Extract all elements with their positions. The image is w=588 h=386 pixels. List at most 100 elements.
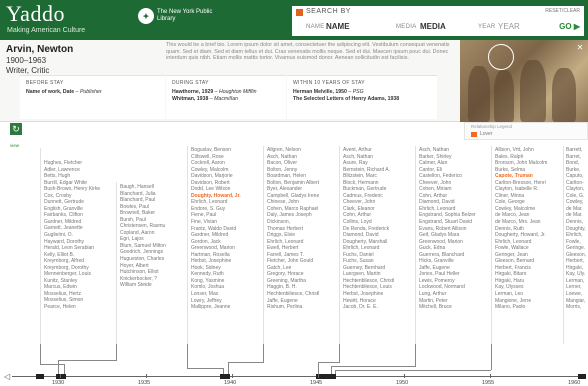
year-label: YEAR: [478, 24, 496, 30]
timeline-axis: [12, 376, 584, 377]
column-divider: [563, 146, 564, 344]
timeline-connector: [415, 344, 416, 366]
before-stay-item: Name of work, Date – Publisher: [26, 89, 102, 95]
timeline-connector: [116, 344, 117, 360]
column-divider: [187, 146, 188, 344]
column-divider: [339, 146, 340, 344]
timeline-connector: [318, 362, 340, 363]
timeline-connector: [339, 344, 340, 362]
year-label[interactable]: 1960: [568, 380, 580, 386]
legend-title: Relationship Legend: [471, 124, 513, 129]
person-years: 1900–1963: [6, 56, 47, 65]
timeline-connector: [263, 344, 264, 362]
during-stay-item: Whitman, 1938 – MacmiIIan: [172, 96, 239, 102]
partner-name[interactable]: The New York Public Library: [157, 9, 217, 23]
resident-name[interactable]: Mallippre, Jeanne: [191, 304, 263, 311]
nypl-lion-icon[interactable]: ✦: [138, 8, 154, 24]
resident-name[interactable]: Pearce, Helen: [44, 304, 116, 311]
resident-name[interactable]: William Steide: [120, 282, 186, 289]
relationship-legend: Relationship Legend Lover: [464, 122, 588, 140]
person-role: Writer, Critic: [6, 66, 50, 75]
year-tick: [490, 374, 491, 378]
column-divider: [415, 146, 416, 344]
within-stay-item: Herman Melville, 1950 – PSG: [293, 89, 364, 95]
year-label[interactable]: 1950: [396, 380, 408, 386]
timeline-connector: [187, 344, 188, 368]
within-stay-title: WITHIN 10 YEARS OF STAY: [293, 80, 365, 86]
timeline-connector: [40, 344, 41, 364]
view-label[interactable]: view: [10, 143, 19, 148]
name-label: NAME: [306, 24, 325, 30]
reset-clear-link[interactable]: RESET/CLEAR: [545, 8, 580, 14]
column-divider: [40, 148, 41, 344]
year-tick: [232, 374, 233, 378]
resident-name[interactable]: Milano, Paolo: [495, 304, 563, 311]
column-divider: [263, 146, 264, 344]
year-tick: [404, 374, 405, 378]
year-tick: [318, 374, 319, 378]
year-label[interactable]: 1940: [224, 380, 236, 386]
stay-marker[interactable]: [220, 374, 230, 379]
year-label[interactable]: 1935: [138, 380, 150, 386]
year-tick: [60, 374, 61, 378]
resident-name[interactable]: Rishum, Perlina: [267, 304, 339, 311]
resident-name[interactable]: Geringe.: [566, 245, 588, 252]
timeline-connector: [335, 370, 491, 371]
timeline-start-arrow-icon[interactable]: ◁: [4, 372, 10, 381]
residents-column: Baugh, Hansell Blanchard, Julia Blanchard,…: [120, 184, 186, 289]
residents-column: Boguslav, Benson Clifswell, Rose Cockrell,…: [191, 147, 263, 311]
before-stay-box: BEFORE STAY Name of work, Date – Publish…: [20, 75, 165, 119]
logo-subtitle: Making American Culture: [7, 27, 86, 34]
residents-column: Hughes, Fletcher Adler, Lawrence Betts, Hu…: [44, 160, 116, 311]
resident-name[interactable]: Kay, Uly.: [566, 271, 588, 278]
residents-column: Avent, Arthur Asch, Nathan Asure, Ray Berns…: [343, 147, 415, 311]
person-photo: ✕: [460, 40, 588, 122]
stay-marker[interactable]: [36, 374, 44, 379]
lover-swatch: [471, 132, 477, 137]
timeline-connector: [318, 362, 319, 374]
year-tick: [146, 374, 147, 378]
yaddo-logo[interactable]: Yaddo: [6, 2, 65, 26]
media-select[interactable]: MEDIA: [420, 22, 446, 31]
residents-column: Asch, Nathan Barker, Shirley Calmer, Alan C…: [419, 147, 491, 311]
residents-column: Barrett, Barret, Bond, Burke, Caputo, Carlto…: [566, 147, 588, 311]
during-stay-item: Hawthorne, 1929 – Houghton Mifflin: [172, 89, 257, 95]
timeline-connector: [228, 362, 264, 363]
timeline-connector: [40, 364, 64, 365]
before-stay-title: BEFORE STAY: [26, 80, 64, 86]
column-divider: [116, 182, 117, 344]
resident-name[interactable]: Morris,: [566, 304, 588, 311]
year-label[interactable]: 1930: [52, 380, 64, 386]
photo-figure: [520, 60, 546, 122]
refresh-icon[interactable]: ↻: [10, 123, 22, 135]
year-label[interactable]: 1945: [310, 380, 322, 386]
go-button[interactable]: GO ▶: [559, 22, 580, 31]
residents-column: Allison, Vrtt, John Bales, Ralph Bronson, …: [495, 147, 563, 311]
timeline-connector: [491, 344, 492, 370]
search-title: SEARCH BY: [306, 8, 351, 15]
photo-figure: [468, 66, 490, 122]
column-divider: [491, 146, 492, 344]
person-name: Arvin, Newton: [6, 44, 74, 55]
media-label: MEDIA: [396, 24, 417, 30]
during-stay-box: DURING STAY Hawthorne, 1929 – Houghton M…: [166, 75, 286, 119]
legend-lover-label: Lover: [480, 131, 493, 137]
photo-figure: [494, 70, 514, 122]
timeline-connector: [187, 368, 223, 369]
timeline[interactable]: ◁ 1930 1935 1940 1945 1950 1955 1960: [0, 344, 588, 386]
timeline-connector: [58, 360, 117, 361]
stay-marker[interactable]: [316, 374, 336, 379]
year-input[interactable]: YEAR: [498, 22, 520, 31]
name-select[interactable]: NAME: [326, 22, 350, 31]
resident-name[interactable]: Mitchell, Bruce: [419, 304, 491, 311]
year-label[interactable]: 1955: [482, 380, 494, 386]
timeline-connector: [331, 366, 416, 367]
stay-marker[interactable]: [56, 374, 66, 379]
timeline-connector: [228, 362, 229, 374]
within-stay-item: The Selected Letters of Henry Adams, 193…: [293, 96, 400, 102]
residents-column: Allgren, Nelson Asch, Nathan Bacon, Oliver…: [267, 147, 339, 311]
close-icon[interactable]: ✕: [576, 44, 584, 52]
search-panel: SEARCH BY RESET/CLEAR NAME NAME MEDIA ME…: [292, 6, 584, 36]
stay-marker[interactable]: [578, 374, 586, 379]
resident-name[interactable]: Jacob, Dr. E. E.: [343, 304, 415, 311]
